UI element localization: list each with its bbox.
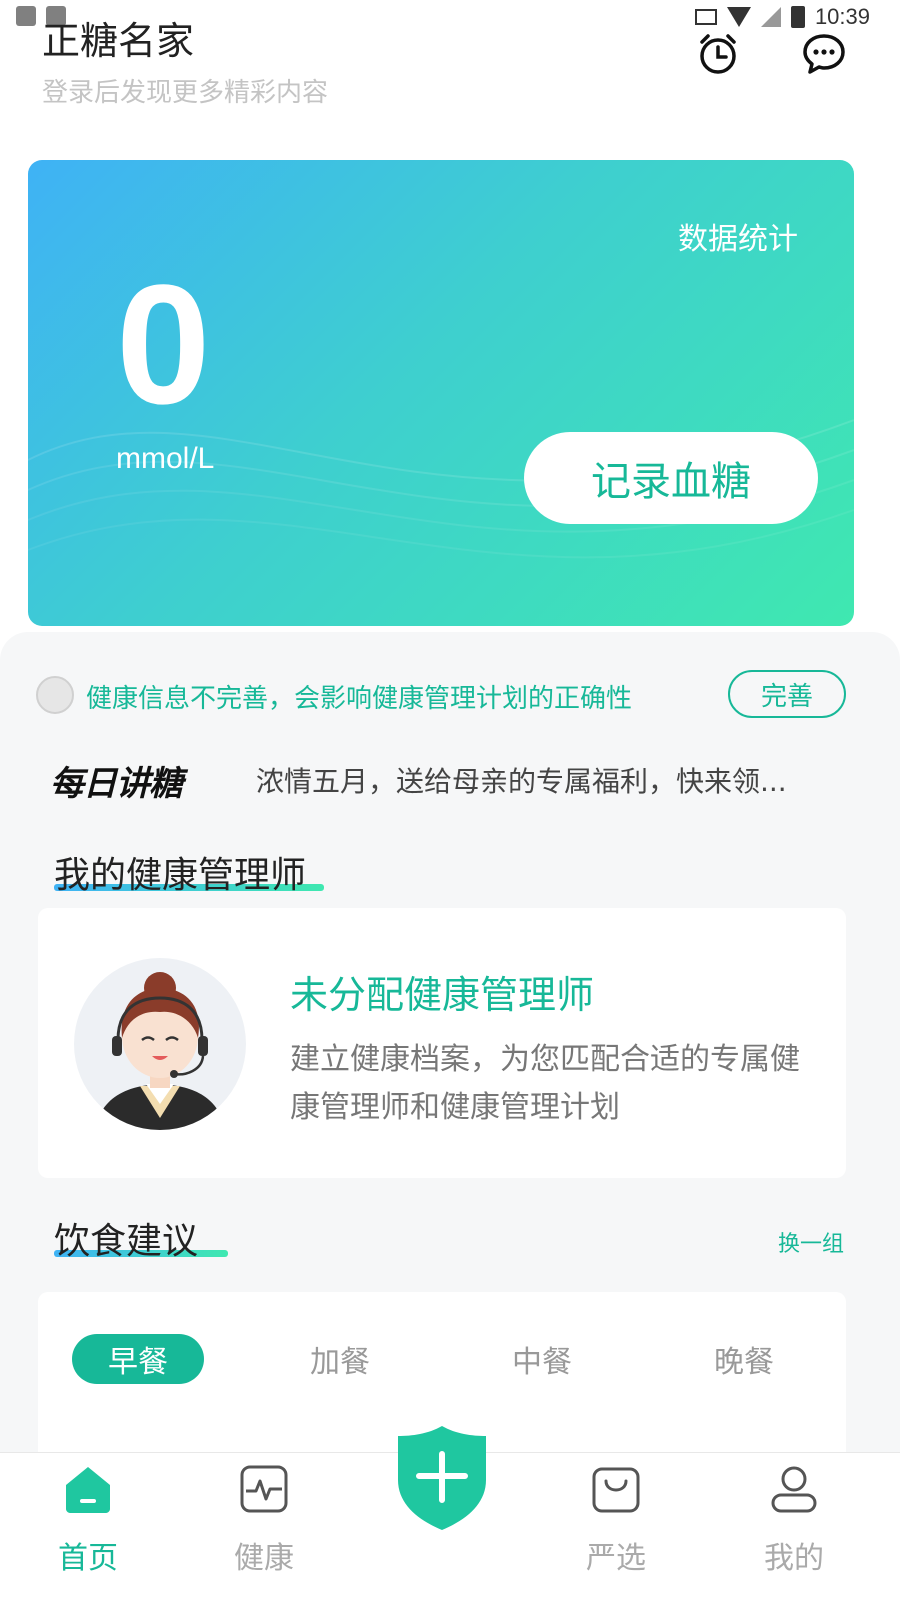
cast-icon — [694, 9, 717, 25]
manager-avatar — [74, 958, 246, 1130]
manager-section-title: 我的健康管理师 — [54, 855, 307, 896]
meal-tab-snack[interactable]: 加餐 — [274, 1334, 406, 1384]
health-info-notice[interactable]: 健康信息不完善，会影响健康管理计划的正确性 完善 — [36, 670, 846, 718]
bag-icon — [592, 1467, 640, 1513]
user-icon — [771, 1466, 817, 1513]
manager-description: 建立健康档案，为您匹配合适的专属健康管理师和健康管理计划 — [290, 1042, 800, 1125]
message-icon[interactable] — [802, 32, 846, 76]
notice-text: 健康信息不完善，会影响健康管理计划的正确性 — [86, 684, 633, 714]
nav-home-label: 首页 — [58, 1541, 118, 1576]
daily-talk-logo: 每日讲糖 — [50, 764, 183, 804]
nav-mine-label: 我的 — [764, 1541, 824, 1576]
data-statistics-link[interactable]: 数据统计 — [678, 214, 798, 258]
meal-tab-dinner[interactable]: 晚餐 — [678, 1334, 810, 1384]
battery-icon — [790, 6, 805, 28]
add-record-fab[interactable] — [396, 1424, 488, 1532]
app-title: 正糖名家 — [42, 19, 195, 63]
user-avatar-icon — [36, 676, 74, 714]
alarm-icon[interactable] — [696, 32, 740, 76]
image-notification-icon — [16, 6, 36, 26]
daily-talk-headline[interactable]: 浓情五月，送给母亲的专属福利，快来领... — [256, 760, 846, 800]
nav-home[interactable]: 首页 — [28, 1463, 148, 1577]
health-manager-card[interactable]: 未分配健康管理师 建立健康档案，为您匹配合适的专属健康管理师和健康管理计划 — [38, 908, 846, 1178]
system-indicators: 10:39 — [694, 4, 870, 30]
swap-group-link[interactable]: 换一组 — [778, 1226, 844, 1258]
manager-name: 未分配健康管理师 — [290, 973, 595, 1017]
nav-select-label: 严选 — [586, 1541, 646, 1576]
record-blood-sugar-button[interactable]: 记录血糖 — [524, 432, 818, 524]
daily-sugar-talk[interactable]: 每日讲糖 浓情五月，送给母亲的专属福利，快来领... — [36, 752, 846, 804]
wifi-icon — [726, 7, 751, 27]
meal-tab-breakfast[interactable]: 早餐 — [72, 1334, 204, 1384]
home-icon — [66, 1467, 110, 1513]
blood-sugar-value: 0 — [116, 250, 211, 440]
nav-select[interactable]: 严选 — [556, 1463, 676, 1577]
pulse-icon — [240, 1465, 288, 1513]
nav-health-label: 健康 — [234, 1541, 294, 1576]
meal-tab-lunch[interactable]: 中餐 — [476, 1334, 608, 1384]
diet-section-title: 饮食建议 — [54, 1221, 199, 1262]
login-prompt[interactable]: 登录后发现更多精彩内容 — [42, 72, 328, 109]
blood-sugar-unit: mmol/L — [116, 442, 215, 475]
nav-mine[interactable]: 我的 — [734, 1463, 854, 1577]
signal-icon — [760, 7, 781, 27]
blood-sugar-card: 数据统计 0 mmol/L 记录血糖 — [28, 160, 854, 626]
nav-health[interactable]: 健康 — [204, 1463, 324, 1577]
customer-service-avatar-icon — [94, 972, 226, 1130]
complete-info-button[interactable]: 完善 — [728, 670, 846, 718]
clock: 10:39 — [814, 4, 870, 29]
